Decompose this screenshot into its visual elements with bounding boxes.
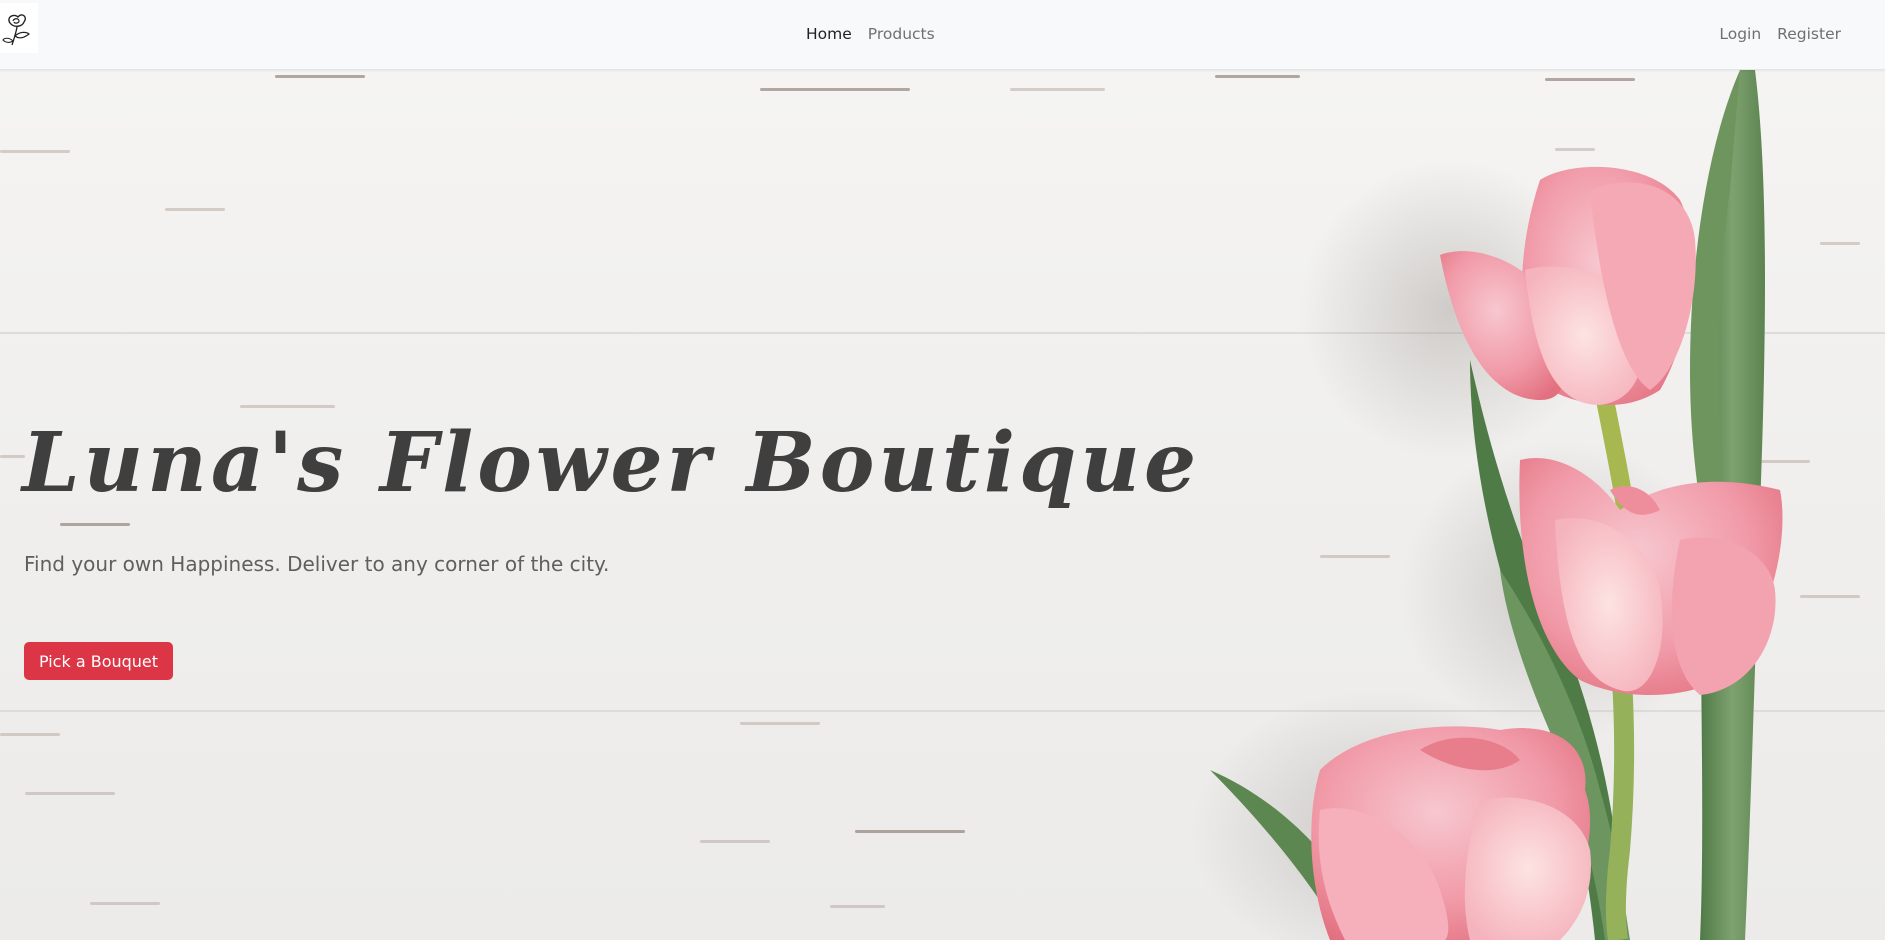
primary-nav: Home Products	[806, 0, 935, 67]
auth-nav: Login Register	[1719, 0, 1841, 67]
hero-title: Luna's Flower Boutique	[22, 415, 1201, 511]
rose-logo-icon[interactable]	[0, 3, 38, 53]
navbar: Home Products Login Register	[0, 0, 1885, 70]
register-link[interactable]: Register	[1777, 25, 1841, 43]
login-link[interactable]: Login	[1719, 25, 1761, 43]
hero-section: Luna's Flower Boutique Find your own Hap…	[0, 70, 1885, 940]
nav-link-products[interactable]: Products	[868, 25, 935, 43]
hero-subtitle: Find your own Happiness. Deliver to any …	[24, 552, 610, 576]
pick-a-bouquet-button[interactable]: Pick a Bouquet	[24, 642, 173, 680]
nav-link-home[interactable]: Home	[806, 25, 852, 43]
